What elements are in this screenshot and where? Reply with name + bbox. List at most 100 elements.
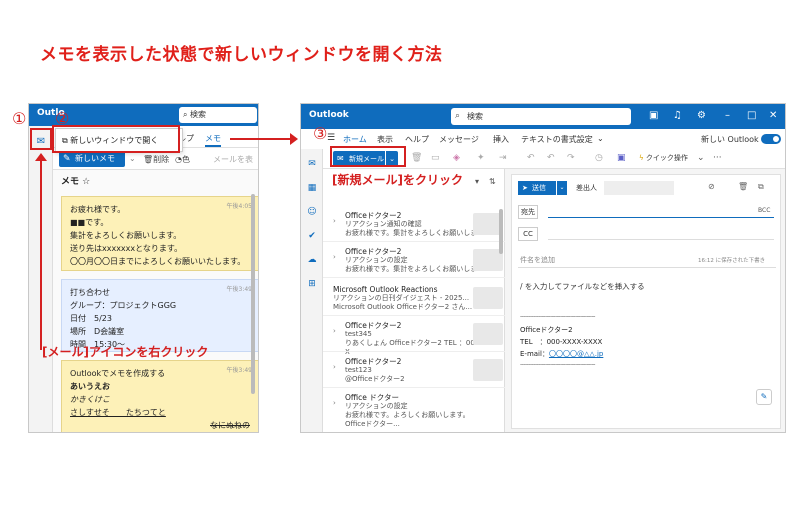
tab-insert[interactable]: 挿入 xyxy=(493,134,509,145)
minimize-icon[interactable]: – xyxy=(725,110,730,121)
chevron-right-icon[interactable]: › xyxy=(333,217,336,226)
clock-icon[interactable]: ◷ xyxy=(595,153,603,163)
memo-timestamp: 午後3:49 xyxy=(226,367,252,374)
list-item[interactable]: › Officeドクター2 リアクション通知の確認 お疲れ様です。集計をよろしく… xyxy=(333,211,485,238)
memo-timestamp: 午後3:49 xyxy=(226,286,252,293)
chevron-right-icon[interactable]: › xyxy=(333,253,336,262)
memo-scrollbar[interactable] xyxy=(251,194,255,394)
importance-icon[interactable]: ⊘ xyxy=(708,182,715,191)
gear-icon[interactable]: ⚙ xyxy=(697,110,706,121)
chevron-right-icon[interactable]: › xyxy=(333,363,336,372)
color-button[interactable]: ◔色 xyxy=(175,154,190,165)
copilot-button[interactable]: ✎ xyxy=(756,389,772,405)
list-item[interactable]: › Office ドクター リアクションの設定 お疲れ様です。よろしくお願いしま… xyxy=(333,393,485,429)
sweep-icon[interactable]: ✦ xyxy=(477,153,485,163)
popout-icon[interactable]: ⧉ xyxy=(758,182,764,192)
meet-now-icon[interactable]: ▣ xyxy=(649,110,658,121)
memo-card[interactable]: 午後3:49 Outlookでメモを作成する あいうえお かきくけこ さしすせそ… xyxy=(61,360,258,432)
list-item[interactable]: › Officeドクター2 test123 @Officeドクター2 xyxy=(333,357,485,384)
to-button[interactable]: 宛先 xyxy=(518,205,538,219)
tab-memo[interactable]: メモ xyxy=(205,133,221,147)
tab-format-text[interactable]: テキストの書式設定 xyxy=(521,134,593,145)
memo-line: 打ち合わせ xyxy=(70,288,110,297)
memo-line: あいうえお xyxy=(70,382,110,391)
cc-button[interactable]: CC xyxy=(518,227,538,241)
mail-list-scrollbar[interactable] xyxy=(499,209,503,254)
mail-subject: リアクションの設定 xyxy=(345,256,408,264)
compose-pane: ➤ 送信 ⌄ 差出人 ⊘ 🗑 ⧉ 宛先 BCC CC 件名を追加 16:12 に保… xyxy=(511,174,781,429)
reply-icon[interactable]: ↶ xyxy=(527,153,535,163)
list-item[interactable]: › Officeドクター2 リアクションの設定 お疲れ様です。集計をよろしくお願… xyxy=(333,247,485,274)
teams-icon[interactable]: ▣ xyxy=(617,153,626,163)
step-1-number: ① xyxy=(12,109,27,128)
memo-card[interactable]: 午後3:49 打ち合わせ グループ：プロジェクトGGG 日付 5/23 場所 D… xyxy=(61,279,258,352)
right-title-bar: Outlook ⌕ 検索 ▣ ♫ ⚙ – □ ✕ xyxy=(301,104,785,129)
to-field[interactable] xyxy=(548,217,774,218)
bcc-button[interactable]: BCC xyxy=(758,207,770,214)
todo-icon[interactable]: ✔ xyxy=(306,231,318,243)
mail-preview: お疲れ様です。集計をよろしくお願いしま xyxy=(345,265,478,273)
new-outlook-label: 新しい Outlook xyxy=(701,135,759,144)
mail-subject: test123 xyxy=(345,366,372,374)
step-2-number: ② xyxy=(55,109,70,128)
more-icon[interactable]: ··· xyxy=(713,153,722,163)
move-icon[interactable]: ⇥ xyxy=(499,153,507,163)
report-icon[interactable]: ◈ xyxy=(453,153,460,163)
list-item[interactable]: Microsoft Outlook Reactions リアクションの日刊ダイジ… xyxy=(333,285,483,312)
tab-message[interactable]: メッセージ xyxy=(439,134,479,145)
right-app-sidebar: ✉ ▦ ☺ ✔ ☁ ⊞ xyxy=(301,149,323,432)
trash-icon[interactable]: 🗑 xyxy=(738,182,748,191)
new-outlook-toggle[interactable] xyxy=(761,134,781,144)
quick-action-button[interactable]: ϟ クイック操作 xyxy=(639,153,688,163)
mail-preview: Microsoft Outlook Officeドクター2 さん... xyxy=(333,303,473,311)
onedrive-icon[interactable]: ☁ xyxy=(306,255,318,267)
new-memo-button[interactable]: ✎ 新しいメモ xyxy=(59,151,125,167)
sort-icon[interactable]: ⇅ xyxy=(489,177,496,186)
mail-subject: リアクションの日刊ダイジェスト - 2025... xyxy=(333,294,470,302)
mail-from: Officeドクター2 xyxy=(345,321,402,330)
maximize-icon[interactable]: □ xyxy=(747,110,756,121)
mail-from: Officeドクター2 xyxy=(345,247,402,256)
apps-icon[interactable]: ⊞ xyxy=(306,279,318,291)
subject-field[interactable]: 件名を追加 xyxy=(520,255,555,265)
chevron-down-icon[interactable]: ⌄ xyxy=(597,134,604,143)
up-arrow-line xyxy=(40,160,42,350)
filter-icon[interactable]: ▾ xyxy=(475,177,479,186)
forward-icon[interactable]: ↷ xyxy=(567,153,575,163)
from-label[interactable]: 差出人 xyxy=(576,183,597,193)
signature-divider: ----------------------------------------… xyxy=(520,313,595,320)
cc-field[interactable] xyxy=(548,239,774,240)
delete-button[interactable]: 🗑削除 xyxy=(143,154,169,165)
close-icon[interactable]: ✕ xyxy=(769,110,777,121)
blurred-from-address xyxy=(604,181,674,195)
body-hint[interactable]: / を入力してファイルなどを挿入する xyxy=(520,281,645,292)
mail-from: Officeドクター2 xyxy=(345,211,402,220)
people-icon[interactable]: ☺ xyxy=(306,207,318,219)
memo-card[interactable]: 午後4:05 お疲れ様です。 ■■です。 集計をよろしくお願いします。 送り先は… xyxy=(61,196,258,271)
chevron-down-icon[interactable]: ⌄ xyxy=(697,153,705,163)
show-mail-button[interactable]: メールを表 xyxy=(213,154,253,165)
menu-icon[interactable]: ☰ xyxy=(327,133,335,143)
memo-header-label: メモ xyxy=(61,177,80,187)
archive-icon[interactable]: ▭ xyxy=(431,153,440,163)
signature-email-link[interactable]: 〇〇〇〇@△△.jp xyxy=(549,350,603,358)
calendar-icon[interactable]: ▦ xyxy=(306,183,318,195)
chevron-down-icon[interactable]: ⌄ xyxy=(129,154,136,163)
trash-icon[interactable]: 🗑 xyxy=(411,153,422,163)
mail-icon[interactable]: ✉ xyxy=(306,159,318,171)
divider xyxy=(323,277,505,278)
divider xyxy=(323,387,505,388)
star-icon[interactable]: ☆ xyxy=(82,177,90,187)
tab-help[interactable]: ヘルプ xyxy=(405,134,429,145)
blurred-avatar xyxy=(473,287,503,309)
chevron-right-icon[interactable]: › xyxy=(333,327,336,336)
send-dropdown[interactable]: ⌄ xyxy=(557,181,567,195)
tab-view[interactable]: 表示 xyxy=(377,134,393,145)
send-button[interactable]: ➤ 送信 xyxy=(518,181,556,195)
chevron-right-icon[interactable]: › xyxy=(333,399,336,408)
left-search-input[interactable]: ⌕ 検索 xyxy=(179,107,257,123)
reply-all-icon[interactable]: ↶ xyxy=(547,153,555,163)
right-search-input[interactable]: ⌕ 検索 xyxy=(451,108,631,125)
right-click-label: [メール]アイコンを右クリック xyxy=(42,345,209,359)
bell-icon[interactable]: ♫ xyxy=(673,110,682,121)
